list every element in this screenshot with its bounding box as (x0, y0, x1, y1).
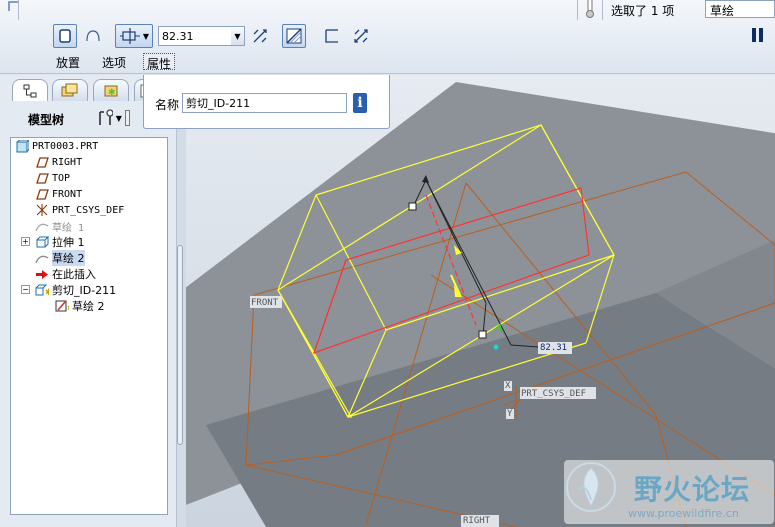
graphics-window[interactable]: FRONT PRT_CSYS_DEF RIGHT X Y 82.31 野火论坛 … (186, 75, 775, 527)
name-label: 名称 (155, 98, 180, 112)
tree-item-label: PRT_CSYS_DEF (52, 204, 125, 216)
model-tree[interactable]: + − PRT0003.PRT RIGHT TOP FRONT PRT_CSYS… (10, 137, 168, 515)
tree-item-label: RIGHT (52, 156, 83, 168)
watermark-url: www.proewildfire.cn (628, 507, 739, 520)
flip-thickness-icon (354, 29, 368, 43)
chevron-down-icon: ▼ (234, 31, 241, 41)
watermark-title: 野火论坛 (634, 473, 751, 506)
dashboard: ▼ ▼ 放置 选项 属性 选取了 1 项 (0, 0, 775, 74)
blind-depth-icon (119, 28, 140, 44)
datum-label-right: RIGHT (463, 516, 491, 526)
tree-item-cut[interactable]: ✱ 剪切_ID-211 (35, 282, 116, 298)
part-icon (15, 139, 29, 153)
properties-panel: 名称 i (143, 75, 390, 129)
splitter-grip[interactable] (177, 245, 183, 445)
tab-options[interactable]: 选项 (99, 53, 129, 70)
favorites-folder-icon: ✱ (104, 85, 118, 98)
axis-label-y: Y (507, 409, 513, 419)
model-tree-icon (23, 84, 37, 97)
surface-button[interactable] (81, 24, 105, 48)
separator (577, 0, 578, 20)
tree-item-csys[interactable]: PRT_CSYS_DEF (35, 202, 124, 218)
tree-item-label: FRONT (52, 188, 83, 200)
svg-text:✱: ✱ (45, 288, 49, 297)
tab-placement[interactable]: 放置 (53, 53, 83, 70)
settings-tools-icon (99, 109, 113, 125)
chevron-down-icon: ▼ (142, 31, 150, 41)
datum-label-front: FRONT (251, 298, 279, 308)
tree-item-label: TOP (52, 172, 71, 184)
csys-icon (35, 203, 49, 217)
thicken-button[interactable] (320, 24, 344, 48)
navigator-panel: ✱ 模型树 ▼ + − PRT0003.PRT RIGHT TOP FRONT … (0, 75, 177, 527)
datum-plane-icon (35, 155, 49, 169)
pause-button[interactable] (752, 28, 766, 44)
depth-value-dropdown[interactable]: ▼ (231, 26, 245, 46)
sketch-icon (35, 219, 49, 233)
tab-model-tree[interactable] (12, 79, 48, 101)
internal-sketch-icon: ✱ (55, 299, 69, 313)
sketch-icon (35, 251, 49, 265)
tab-folder-browser[interactable] (52, 79, 88, 101)
dashboard-corner-icon (6, 0, 22, 14)
extrude-icon (35, 235, 49, 249)
wildfire-logo-icon (566, 462, 616, 512)
tree-item-label: 草绘 2 (72, 300, 105, 313)
datum-plane-icon (35, 171, 49, 185)
tab-properties[interactable]: 属性 (143, 53, 176, 71)
panel-splitter[interactable] (177, 75, 186, 527)
pause-icon (752, 28, 756, 42)
separator (602, 0, 603, 20)
tab-favorites[interactable]: ✱ (93, 79, 129, 101)
model-tree-title: 模型树 (28, 113, 65, 127)
tree-item-label: 拉伸 1 (52, 236, 85, 249)
tree-item-label: 草绘 1 (52, 222, 85, 234)
tree-item-top[interactable]: TOP (35, 170, 70, 186)
tree-item-insert-here[interactable]: 在此插入 (35, 266, 96, 282)
flip-depth-button[interactable] (248, 24, 272, 48)
tree-settings-button[interactable]: ▼ (96, 109, 130, 127)
remove-material-icon (286, 28, 302, 44)
depth-value-input[interactable] (158, 26, 232, 46)
solid-button[interactable] (53, 24, 77, 48)
remove-material-button[interactable] (282, 24, 306, 48)
svg-text:✱: ✱ (108, 88, 116, 98)
tree-item-extrude-1[interactable]: 拉伸 1 (35, 234, 85, 250)
tree-item-label: 在此插入 (52, 268, 96, 281)
tree-item-internal-sketch[interactable]: ✱ 草绘 2 (55, 298, 105, 314)
info-icon[interactable]: i (353, 93, 367, 113)
axis-label-x: X (505, 381, 511, 391)
cut-icon: ✱ (35, 283, 49, 297)
datum-plane-icon (35, 187, 49, 201)
chevron-down-icon: ▼ (115, 113, 122, 123)
datum-label-csys: PRT_CSYS_DEF (521, 389, 587, 399)
selection-filter-select[interactable]: 草绘 (705, 0, 775, 18)
depth-option-button[interactable]: ▼ (115, 24, 153, 48)
depth-dimension-label[interactable]: 82.31 (540, 343, 567, 353)
thicken-sketch-icon (325, 29, 338, 43)
tree-item-part[interactable]: PRT0003.PRT (15, 138, 98, 154)
collapse-cut-toggle[interactable]: − (21, 285, 30, 294)
insert-arrow-icon (35, 267, 49, 281)
tree-item-right[interactable]: RIGHT (35, 154, 82, 170)
tree-item-sketch-1[interactable]: 草绘 1 (35, 218, 84, 234)
svg-text:✱: ✱ (67, 304, 69, 313)
watermark: 野火论坛 www.proewildfire.cn (564, 460, 774, 524)
folder-browser-icon (61, 83, 78, 96)
thermometer-icon (583, 0, 597, 19)
flip-thickness-button[interactable] (349, 24, 373, 48)
selection-status: 选取了 1 项 (611, 4, 675, 18)
tree-item-sketch-2[interactable]: 草绘 2 (35, 250, 85, 266)
tree-item-front[interactable]: FRONT (35, 186, 82, 202)
feature-name-input[interactable] (182, 93, 347, 113)
tree-item-label: 草绘 2 (52, 250, 85, 266)
expand-extrude-toggle[interactable]: + (21, 237, 30, 246)
pause-icon-bar (759, 28, 763, 42)
tree-columns-icon (124, 110, 130, 126)
tree-item-label: 剪切_ID-211 (52, 284, 117, 297)
tree-item-label: PRT0003.PRT (32, 140, 99, 152)
flip-direction-icon (253, 29, 267, 43)
